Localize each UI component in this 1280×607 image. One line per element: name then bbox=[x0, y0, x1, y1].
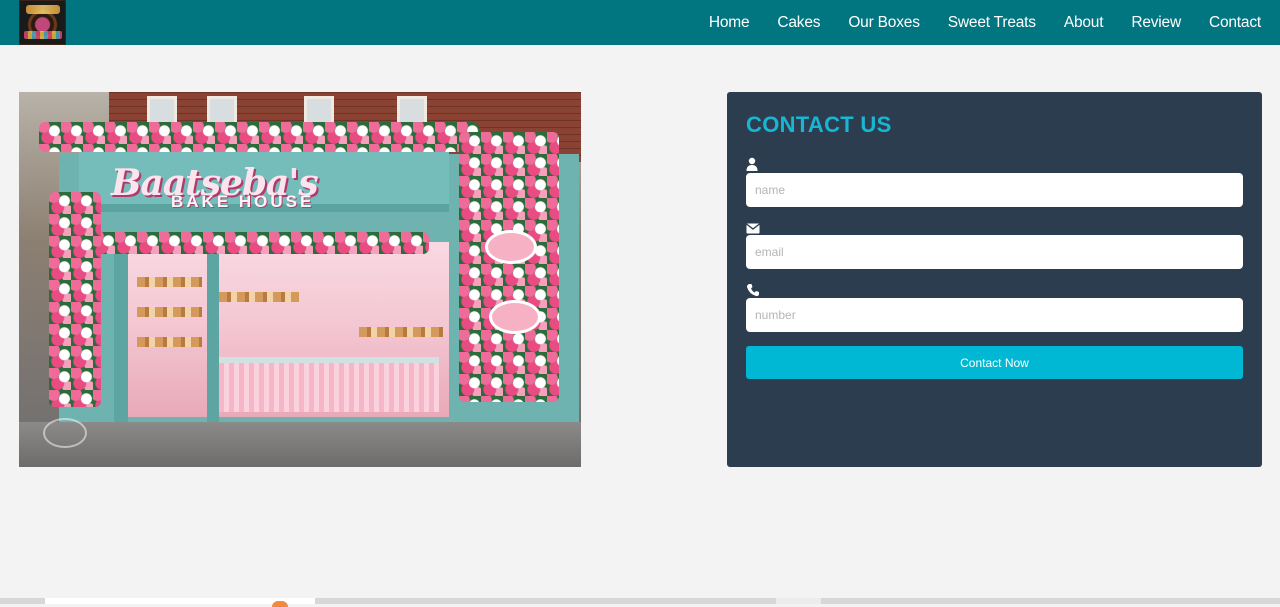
nav-item-cakes: Cakes bbox=[777, 14, 820, 32]
pastry-shelf bbox=[219, 292, 299, 302]
watermark-icon bbox=[43, 418, 87, 448]
storefront-pillar bbox=[207, 242, 219, 422]
pastry-shelf bbox=[137, 277, 202, 287]
contact-card: CONTACT US Contact Now bbox=[727, 92, 1262, 467]
number-field[interactable] bbox=[746, 298, 1243, 332]
email-field[interactable] bbox=[746, 235, 1243, 269]
contact-now-button[interactable]: Contact Now bbox=[746, 346, 1243, 379]
pink-bow-icon bbox=[485, 230, 537, 264]
flower-garland-top bbox=[39, 122, 479, 152]
nav-link-our-boxes[interactable]: Our Boxes bbox=[848, 14, 920, 31]
display-counter bbox=[209, 357, 439, 412]
pink-bow-icon bbox=[489, 300, 541, 334]
bakery-storefront-image: Baatseba's BAKE HOUSE bbox=[19, 92, 581, 467]
storefront-sign-subtext: BAKE HOUSE bbox=[171, 192, 315, 211]
footer-card bbox=[776, 598, 821, 604]
navbar: Home Cakes Our Boxes Sweet Treats About … bbox=[0, 0, 1280, 45]
bakery-logo-icon[interactable] bbox=[19, 0, 66, 45]
nav-link-cakes[interactable]: Cakes bbox=[777, 14, 820, 31]
pastry-shelf bbox=[137, 307, 202, 317]
envelope-icon bbox=[746, 223, 760, 234]
storefront-sidewalk bbox=[19, 422, 581, 467]
flower-garland-left bbox=[49, 192, 101, 407]
nav-item-home: Home bbox=[709, 14, 750, 32]
storefront-pillar bbox=[114, 242, 128, 422]
flower-garland-right bbox=[459, 132, 559, 402]
nav-link-about[interactable]: About bbox=[1064, 14, 1104, 31]
pastry-shelf bbox=[137, 337, 202, 347]
nav-link-review[interactable]: Review bbox=[1131, 14, 1181, 31]
nav-link-contact[interactable]: Contact bbox=[1209, 14, 1261, 31]
user-icon bbox=[746, 157, 758, 171]
nav-item-about: About bbox=[1064, 14, 1104, 32]
nav-item-our-boxes: Our Boxes bbox=[848, 14, 920, 32]
nav-item-sweet-treats: Sweet Treats bbox=[948, 14, 1036, 32]
nav-link-home[interactable]: Home bbox=[709, 14, 750, 31]
flower-garland-middle bbox=[49, 232, 429, 254]
nav-link-sweet-treats[interactable]: Sweet Treats bbox=[948, 14, 1036, 31]
nav-links: Home Cakes Our Boxes Sweet Treats About … bbox=[681, 0, 1261, 45]
nav-item-review: Review bbox=[1131, 14, 1181, 32]
name-field[interactable] bbox=[746, 173, 1243, 207]
nav-item-contact: Contact bbox=[1209, 14, 1261, 32]
phone-icon bbox=[746, 284, 759, 297]
contact-title: CONTACT US bbox=[746, 112, 892, 137]
pastry-shelf bbox=[359, 327, 444, 337]
footer-accent bbox=[272, 601, 288, 607]
